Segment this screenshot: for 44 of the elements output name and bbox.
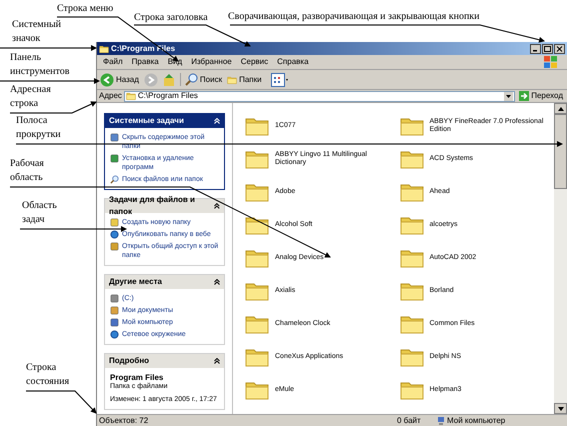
close-button[interactable] [554, 44, 565, 54]
go-button[interactable]: Переход [517, 90, 565, 102]
folders-button[interactable]: Папки [227, 74, 262, 86]
views-icon[interactable] [270, 72, 289, 86]
back-button[interactable]: Назад [100, 72, 139, 86]
status-objects: Объектов: 72 [98, 414, 150, 426]
scroll-up-icon[interactable] [558, 106, 564, 110]
menu-item[interactable]: Правка [132, 56, 159, 68]
maximize-icon [544, 46, 551, 52]
details-name: Program Files [110, 373, 164, 382]
annotation-label: Область задач [22, 199, 57, 227]
annotation-label: Сворачивающая, разворачивающая и закрывающая кнопки [228, 10, 480, 24]
menu-item[interactable]: Справка [277, 56, 309, 68]
annotation-label: Строка заголовка [134, 11, 208, 25]
go-arrow-icon [519, 91, 530, 101]
panel-header[interactable]: Другие места [105, 275, 224, 289]
annotation-label: Строка меню [57, 2, 114, 16]
search-icon [110, 175, 119, 184]
annotation-label: Панель инструментов [10, 51, 70, 79]
minimize-button[interactable] [530, 44, 541, 54]
maximize-button[interactable] [542, 44, 553, 54]
scroll-thumb[interactable] [554, 114, 567, 189]
panel-header[interactable]: Системные задачи [105, 114, 224, 128]
scrollbar[interactable] [554, 103, 567, 414]
annotation-label: Адресная строка [10, 83, 51, 111]
close-icon [556, 46, 563, 52]
menu-item[interactable]: Сервис [240, 56, 268, 68]
panel-header[interactable]: Подробно [105, 354, 224, 368]
dropdown-arrow-icon[interactable] [504, 92, 514, 100]
leader-line [26, 390, 97, 414]
address-label: Адрес [99, 90, 122, 102]
status-location: Мой компьютер [447, 414, 506, 426]
collapse-icon[interactable] [214, 358, 220, 364]
scroll-down-icon[interactable] [558, 406, 564, 410]
annotation-label: Полоса прокрутки [16, 114, 61, 142]
search-icon [184, 73, 198, 86]
menu-item[interactable]: Избранное [191, 56, 232, 68]
collapse-icon[interactable] [214, 279, 220, 285]
windows-flag-icon [544, 56, 557, 68]
collapse-icon[interactable] [214, 203, 220, 209]
status-size: 0 байт [397, 414, 422, 426]
address-field[interactable]: C:\Program Files [124, 90, 516, 102]
menu-item[interactable]: Файл [103, 56, 123, 68]
search-button[interactable]: Поиск [180, 73, 222, 86]
